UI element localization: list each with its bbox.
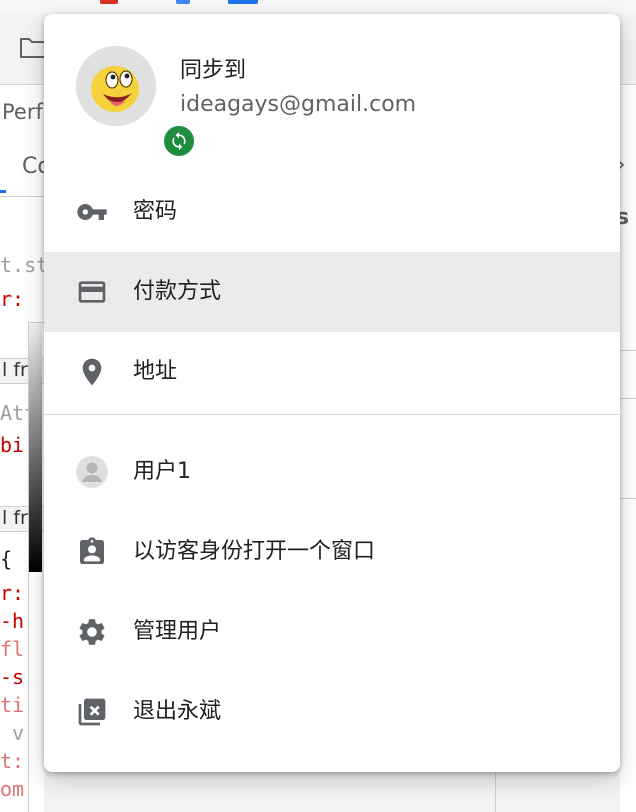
active-tab-indicator (0, 190, 6, 193)
menu-item-label: 密码 (133, 199, 178, 224)
divider (620, 498, 636, 499)
menu-item-label: 以访客身份打开一个窗口 (133, 539, 376, 564)
close-window-icon (78, 698, 106, 726)
toolbar-icon-fragment (228, 0, 258, 4)
location-pin-icon (82, 358, 102, 386)
code-line: t.st (0, 253, 49, 277)
menu-item-user1[interactable]: 用户1 (44, 432, 620, 512)
person-avatar-icon (76, 456, 108, 488)
browser-toolbar-strip (0, 0, 636, 14)
code-line: r: (0, 581, 25, 605)
divider (0, 196, 44, 197)
guest-badge-icon (80, 537, 104, 564)
code-line: bi (0, 433, 25, 457)
code-line: { (0, 547, 13, 571)
code-line: -h (0, 609, 25, 633)
account-avatar[interactable] (76, 46, 196, 158)
profile-header: 同步到 ideagays@gmail.com (44, 14, 620, 158)
folder-icon (20, 38, 46, 58)
emoji-face-avatar (76, 46, 156, 126)
toolbar-icon-fragment (100, 0, 118, 4)
key-icon (77, 204, 107, 220)
account-email: ideagays@gmail.com (180, 92, 417, 117)
toolbar-icon-fragment (176, 0, 190, 4)
code-line: t: (0, 749, 25, 773)
menu-item-label: 退出永斌 (133, 699, 222, 724)
menu-item-manage-users[interactable]: 管理用户 (44, 592, 620, 672)
menu-item-label: 付款方式 (133, 279, 222, 304)
menu-item-guest-window[interactable]: 以访客身份打开一个窗口 (44, 512, 620, 592)
menu-item-label: 用户1 (133, 459, 191, 484)
credit-card-icon (78, 281, 106, 303)
code-line: ti (0, 693, 25, 717)
divider (620, 398, 636, 399)
sync-title: 同步到 (180, 58, 247, 83)
menu-item-label: 管理用户 (133, 619, 222, 644)
code-line: r: (0, 287, 25, 311)
gear-icon (79, 619, 105, 645)
section-label: l fr (2, 507, 28, 529)
menu-item-addresses[interactable]: 地址 (44, 332, 620, 412)
code-line: v (12, 721, 25, 745)
code-line: fl (0, 637, 25, 661)
profile-menu: 同步到 ideagays@gmail.com 密码 付款方式 地址 用户1 以访… (44, 14, 620, 772)
menu-item-passwords[interactable]: 密码 (44, 172, 620, 252)
section-label: l fr (2, 359, 28, 381)
code-line: -s (0, 665, 25, 689)
menu-item-label: 地址 (133, 359, 178, 384)
divider (620, 350, 636, 351)
menu-item-payment-methods[interactable]: 付款方式 (44, 252, 620, 332)
devtools-panel-right (620, 84, 636, 812)
performance-tab-fragment: Perf (2, 100, 43, 124)
menu-item-sign-out[interactable]: 退出永斌 (44, 672, 620, 752)
code-line: om (0, 777, 25, 801)
menu-divider (44, 414, 620, 415)
sync-icon (172, 131, 186, 151)
sync-badge (162, 124, 196, 158)
